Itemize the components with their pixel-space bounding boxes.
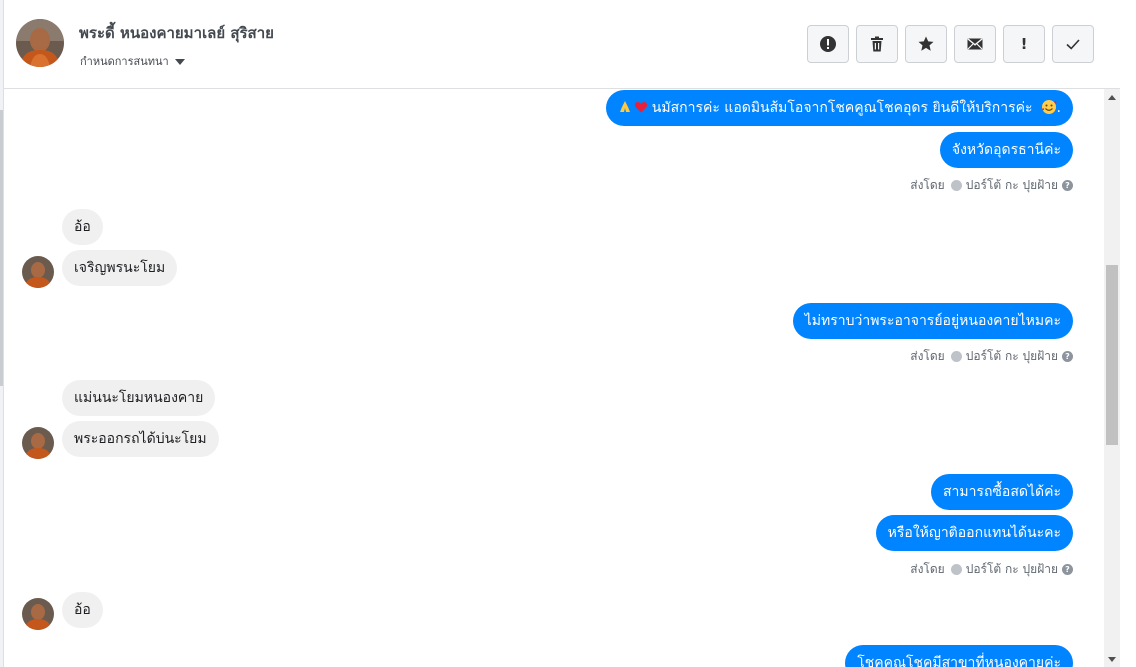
contact-avatar-small[interactable]: [22, 598, 54, 630]
message-bubble[interactable]: แม่นนะโยมหนองคาย: [62, 380, 216, 416]
message-incoming: พระออกรถได้บ่นะโยม: [62, 421, 219, 457]
message-bubble[interactable]: อ้อ: [62, 209, 103, 245]
contact-avatar[interactable]: [16, 19, 64, 67]
caret-down-icon: [174, 58, 185, 65]
folded-hands-emoji-icon: [619, 101, 630, 112]
sent-check-icon: [950, 180, 962, 191]
message-bubble[interactable]: ไม่ทราบว่าพระอาจารย์อยู่หนองคายไหมคะ: [792, 303, 1073, 339]
message-outgoing: ไม่ทราบว่าพระอาจารย์อยู่หนองคายไหมคะ: [792, 303, 1073, 339]
trash-icon: [871, 36, 883, 52]
message-text-trail: .: [1056, 100, 1061, 116]
spam-button[interactable]: [807, 25, 849, 63]
contact-avatar-small[interactable]: [22, 256, 54, 288]
star-icon: [918, 36, 934, 51]
sent-by-agent: ปอร์โต้ กะ ปุยฝ้าย: [965, 562, 1058, 576]
window-right-margin: [1120, 0, 1136, 667]
message-outgoing: หรือให้ญาติออกแทนได้นะคะ: [875, 515, 1073, 551]
message-incoming: เจริญพรนะโยม: [62, 250, 178, 286]
message-incoming: อ้อ: [62, 209, 103, 245]
smiling-face-with-hearts-emoji-icon: [1041, 100, 1057, 114]
sent-by-agent: ปอร์โต้ กะ ปุยฝ้าย: [965, 178, 1058, 192]
exclamation-icon: !: [1020, 35, 1028, 53]
star-button[interactable]: [905, 25, 947, 63]
message-incoming: อ้อ: [62, 592, 103, 628]
sent-by-label: ส่งโดย: [910, 562, 945, 576]
check-icon: [1066, 39, 1080, 50]
message-thread[interactable]: นมัสการค่ะ แอดมินส้มโอจากโชคคูณโชคอุดร ย…: [4, 89, 1103, 667]
scroll-down-arrow-icon[interactable]: [1104, 651, 1120, 667]
help-icon[interactable]: ?: [1062, 564, 1073, 575]
conversation-header: พระดี้ หนองคายมาเลย์ สุริสาย กำหนดการสนท…: [4, 0, 1120, 89]
message-bubble[interactable]: โชคคูณโชคมีสาขาที่หนองคายค่ะ: [845, 645, 1073, 667]
envelope-icon: [967, 38, 983, 50]
action-toolbar: !: [807, 25, 1094, 63]
message-outgoing: สามารถซื้อสดได้ค่ะ: [930, 474, 1073, 510]
sent-check-icon: [950, 351, 962, 362]
help-icon[interactable]: ?: [1062, 351, 1073, 362]
sent-by-footer: ส่งโดย ปอร์โต้ กะ ปุยฝ้าย ?: [910, 560, 1073, 579]
sent-by-agent: ปอร์โต้ กะ ปุยฝ้าย: [965, 349, 1058, 363]
message-outgoing: นมัสการค่ะ แอดมินส้มโอจากโชคคูณโชคอุดร ย…: [605, 90, 1073, 126]
sent-check-icon: [950, 564, 962, 575]
exclamation-circle-icon: [820, 36, 836, 52]
message-bubble[interactable]: หรือให้ญาติออกแทนได้นะคะ: [875, 515, 1073, 551]
assign-label: กำหนดการสนทนา: [80, 55, 169, 68]
message-bubble[interactable]: จังหวัดอุดรธานีค่ะ: [939, 132, 1073, 168]
assign-conversation-dropdown[interactable]: กำหนดการสนทนา: [80, 52, 185, 70]
sent-by-label: ส่งโดย: [910, 178, 945, 192]
message-bubble[interactable]: เจริญพรนะโยม: [62, 250, 178, 286]
mark-done-button[interactable]: [1052, 25, 1094, 63]
heart-emoji-icon: [634, 102, 647, 113]
help-icon[interactable]: ?: [1062, 180, 1073, 191]
message-incoming: แม่นนะโยมหนองคาย: [62, 380, 216, 416]
thread-scrollbar[interactable]: [1104, 89, 1120, 667]
delete-button[interactable]: [856, 25, 898, 63]
message-bubble[interactable]: อ้อ: [62, 592, 103, 628]
contact-name: พระดี้ หนองคายมาเลย์ สุริสาย: [79, 24, 274, 42]
message-outgoing: จังหวัดอุดรธานีค่ะ: [939, 132, 1073, 168]
message-outgoing: โชคคูณโชคมีสาขาที่หนองคายค่ะ: [845, 645, 1073, 667]
message-text: นมัสการค่ะ แอดมินส้มโอจากโชคคูณโชคอุดร ย…: [651, 100, 1033, 116]
message-bubble[interactable]: พระออกรถได้บ่นะโยม: [62, 421, 219, 457]
mark-unread-button[interactable]: [954, 25, 996, 63]
follow-up-button[interactable]: !: [1003, 25, 1045, 63]
contact-avatar-small[interactable]: [22, 427, 54, 459]
scroll-up-arrow-icon[interactable]: [1104, 89, 1120, 105]
scrollbar-thumb[interactable]: [1106, 265, 1118, 445]
sent-by-footer: ส่งโดย ปอร์โต้ กะ ปุยฝ้าย ?: [910, 176, 1073, 195]
sent-by-footer: ส่งโดย ปอร์โต้ กะ ปุยฝ้าย ?: [910, 347, 1073, 366]
left-panel-indicator: [0, 110, 3, 386]
message-bubble[interactable]: นมัสการค่ะ แอดมินส้มโอจากโชคคูณโชคอุดร ย…: [605, 90, 1073, 126]
message-bubble[interactable]: สามารถซื้อสดได้ค่ะ: [930, 474, 1073, 510]
sent-by-label: ส่งโดย: [910, 349, 945, 363]
